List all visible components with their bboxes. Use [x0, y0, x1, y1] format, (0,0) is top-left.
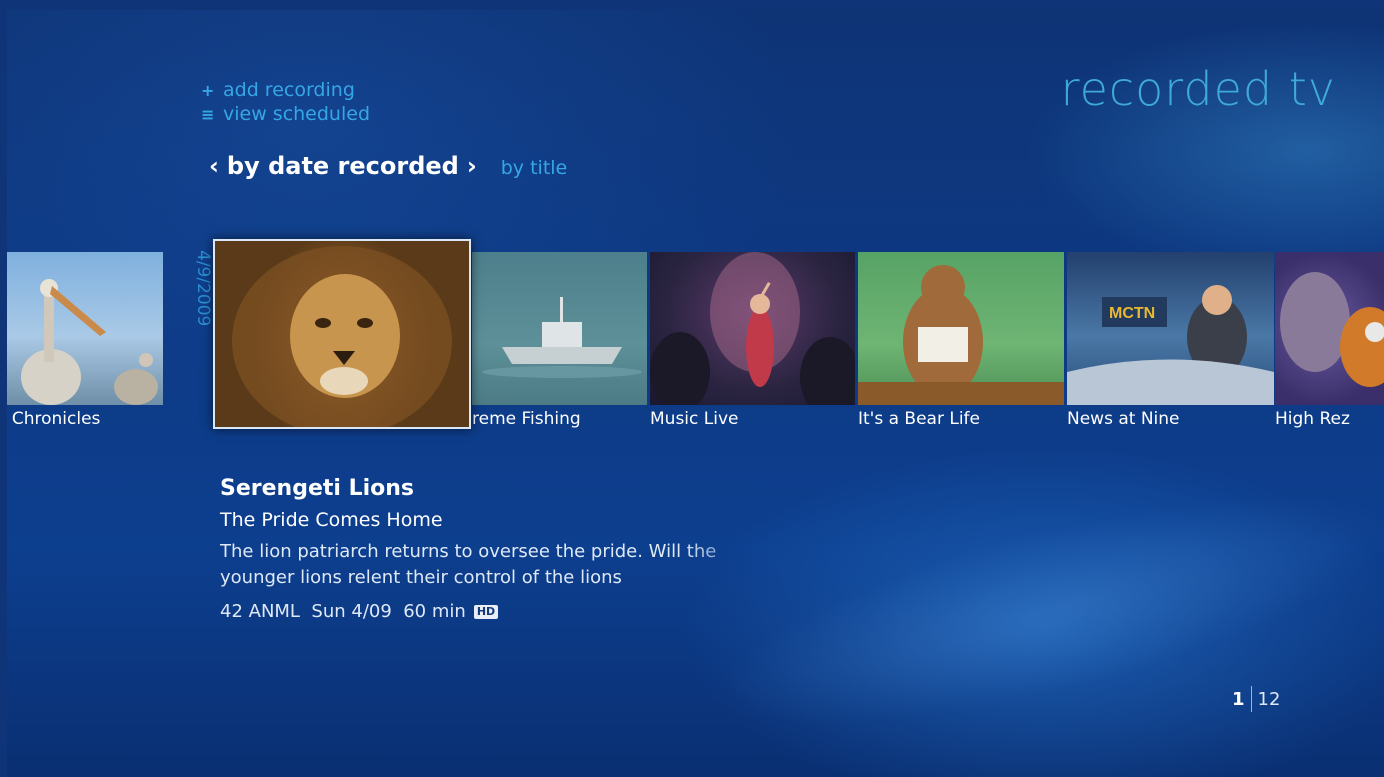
add-recording-link[interactable]: + add recording [201, 78, 370, 102]
view-scheduled-label: view scheduled [223, 103, 370, 125]
sort-selector: ‹ by date recorded › by title [209, 152, 567, 180]
cartoon-bear-thumbnail [858, 252, 1064, 405]
chevron-left-icon[interactable]: ‹ [209, 152, 219, 180]
lion-thumbnail [213, 239, 471, 429]
view-scheduled-link[interactable]: ≡ view scheduled [201, 102, 370, 126]
media-center-screen: recorded tv + add recording ≡ view sched… [7, 10, 1384, 777]
program-title: Serengeti Lions [220, 476, 415, 501]
recording-title: Music Live [650, 409, 739, 429]
recording-title: elican Chronicles [7, 409, 101, 429]
sort-by-date-button[interactable]: by date recorded [227, 152, 459, 180]
chevron-right-icon[interactable]: › [467, 152, 477, 180]
current-page: 1 [1232, 688, 1245, 710]
svg-text:MCTN: MCTN [1109, 305, 1155, 322]
recording-title: High Rez [1275, 409, 1350, 429]
recording-details: Serengeti Lions The Pride Comes Home The… [220, 476, 780, 622]
channel-date-duration: 42 ANML Sun 4/09 60 min [220, 601, 466, 622]
recording-tile-its-a-bear-life[interactable]: It's a Bear Life [858, 252, 1064, 429]
news-anchor-thumbnail: MCTN [1067, 252, 1274, 405]
list-icon: ≡ [201, 104, 215, 124]
recordings-strip: elican Chronicles [7, 239, 1384, 452]
recording-tile-serengeti-lions[interactable] [213, 239, 471, 429]
sort-by-title-button[interactable]: by title [501, 157, 568, 179]
recording-title: News at Nine [1067, 409, 1180, 429]
recording-tile-extreme-fishing[interactable]: reme Fishing [472, 252, 647, 429]
hd-badge: HD [473, 604, 499, 619]
recording-tile-pelican-chronicles[interactable]: elican Chronicles [7, 252, 163, 429]
program-description: The lion patriarch returns to oversee th… [220, 541, 717, 588]
page-indicator: 1 12 [1232, 686, 1280, 712]
page-separator [1250, 686, 1252, 712]
total-pages: 12 [1257, 688, 1281, 710]
recording-title: reme Fishing [472, 409, 581, 429]
page-title: recorded tv [1060, 62, 1336, 116]
task-menu: + add recording ≡ view scheduled [201, 78, 370, 126]
program-meta: 42 ANML Sun 4/09 60 min HD [220, 601, 780, 622]
high-rez-thumbnail [1275, 252, 1384, 405]
recording-tile-music-live[interactable]: Music Live [650, 252, 855, 429]
fishing-boat-thumbnail [472, 252, 647, 405]
concert-thumbnail [650, 252, 855, 405]
background-light-streak [698, 447, 1384, 773]
plus-icon: + [201, 80, 215, 100]
recording-tile-high-rez[interactable]: High Rez [1275, 252, 1384, 429]
pelican-thumbnail [7, 252, 163, 405]
recording-tile-news-at-nine[interactable]: MCTN News at Nine [1067, 252, 1274, 429]
episode-title: The Pride Comes Home [220, 509, 443, 531]
add-recording-label: add recording [223, 79, 355, 101]
recording-title: It's a Bear Life [858, 409, 981, 429]
